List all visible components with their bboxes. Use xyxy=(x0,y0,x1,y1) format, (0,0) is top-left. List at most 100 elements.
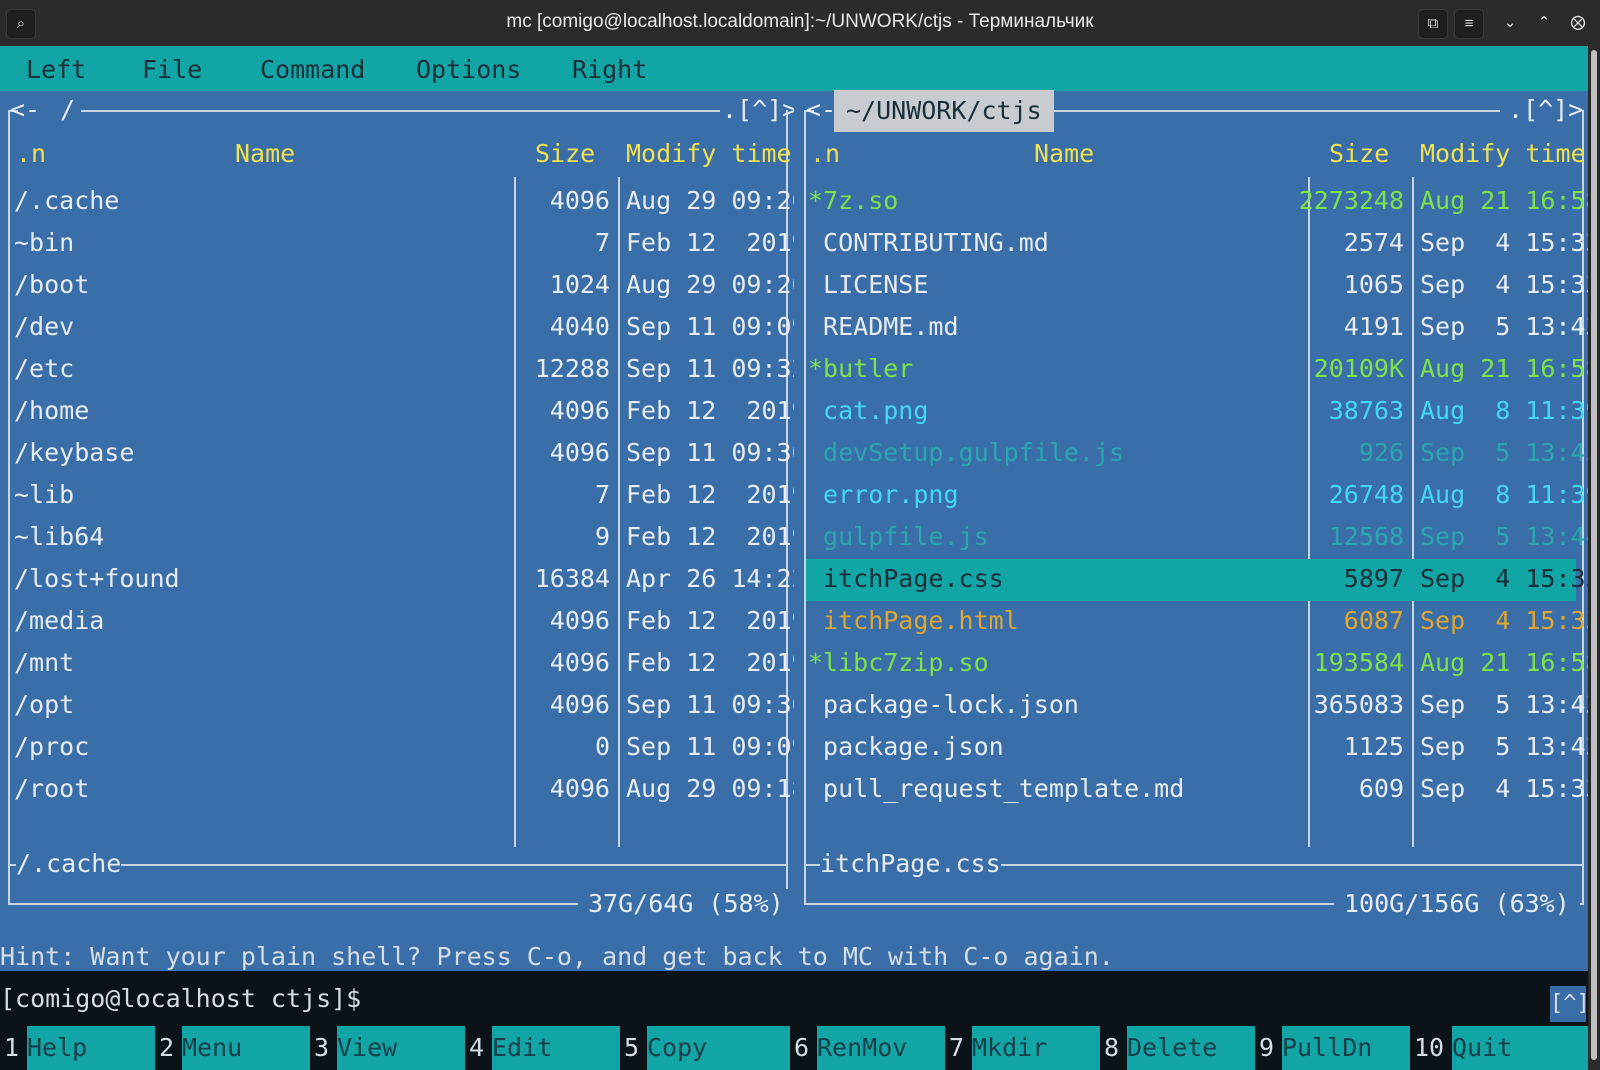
fkey-copy-button[interactable]: 5 Copy xyxy=(620,1026,790,1070)
file-row[interactable]: /opt 4096 Sep 11 09:30 xyxy=(12,685,807,727)
file-row[interactable]: package-lock.json 365083 Sep 5 13:43 xyxy=(806,685,1600,727)
minimize-icon[interactable]: ⌄ xyxy=(1496,9,1524,37)
file-row[interactable]: /etc 12288 Sep 11 09:32 xyxy=(12,349,807,391)
fkey-quit-button[interactable]: 10 Quit xyxy=(1410,1026,1588,1070)
right-header-name[interactable]: Name xyxy=(1034,139,1094,168)
right-header-size[interactable]: Size xyxy=(1329,139,1389,168)
right-nav-up[interactable]: .[^]> xyxy=(1508,95,1583,124)
left-header-modify[interactable]: Modify time xyxy=(626,139,792,168)
left-file-panel[interactable]: <- / .[^]> .n Name Size Modify time /.ca… xyxy=(0,91,807,971)
file-row[interactable]: error.png 26748 Aug 8 11:39 xyxy=(806,475,1600,517)
left-nav-back[interactable]: <- xyxy=(10,95,55,124)
right-disk-usage: 100G/156G (63%) xyxy=(1334,889,1580,918)
maximize-icon[interactable]: ⌃ xyxy=(1530,9,1558,37)
menu-file[interactable]: File xyxy=(142,55,202,84)
file-row[interactable]: CONTRIBUTING.md 2574 Sep 4 15:33 xyxy=(806,223,1600,265)
file-date: Apr 26 14:22 xyxy=(626,564,807,593)
menu-right[interactable]: Right xyxy=(572,55,647,84)
file-row[interactable]: README.md 4191 Sep 5 13:43 xyxy=(806,307,1600,349)
fkey-number: 2 xyxy=(155,1026,182,1070)
file-size: 1065 xyxy=(1343,270,1404,299)
file-row[interactable]: package.json 1125 Sep 5 13:43 xyxy=(806,727,1600,769)
fkey-label: Menu xyxy=(182,1026,310,1070)
window-titlebar: ⌕ mc [comigo@localhost.localdomain]:~/UN… xyxy=(0,0,1600,46)
left-header-n[interactable]: .n xyxy=(16,139,46,168)
left-header-name[interactable]: Name xyxy=(235,139,295,168)
scrollbar-thumb[interactable] xyxy=(1591,50,1597,1060)
file-row[interactable]: /media 4096 Feb 12 2019 xyxy=(12,601,807,643)
file-name: gulpfile.js xyxy=(808,522,989,551)
file-size: 2574 xyxy=(1343,228,1404,257)
fkey-label: RenMov xyxy=(817,1026,945,1070)
file-size: 4096 xyxy=(549,774,610,803)
file-date: Aug 8 11:39 xyxy=(1420,480,1600,509)
right-nav-back[interactable]: <- xyxy=(806,95,836,124)
file-date: Aug 29 09:20 xyxy=(626,186,807,215)
fkey-label: Delete xyxy=(1127,1026,1255,1070)
file-row[interactable]: gulpfile.js 12568 Sep 5 13:44 xyxy=(806,517,1600,559)
fkey-renmov-button[interactable]: 6 RenMov xyxy=(790,1026,945,1070)
hint-line: Hint: Want your plain shell? Press C-o, … xyxy=(0,942,1114,971)
menu-left[interactable]: Left xyxy=(26,55,86,84)
menu-options[interactable]: Options xyxy=(416,55,521,84)
file-row[interactable]: /.cache 4096 Aug 29 09:20 xyxy=(12,181,807,223)
file-row[interactable]: *libc7zip.so 193584 Aug 21 16:58 xyxy=(806,643,1600,685)
file-name: /.cache xyxy=(14,186,120,215)
new-tab-icon[interactable]: ⧉ xyxy=(1418,9,1448,39)
shell-prompt[interactable]: [comigo@localhost ctjs]$ xyxy=(0,984,361,1013)
file-row[interactable]: LICENSE 1065 Sep 4 15:33 xyxy=(806,265,1600,307)
file-row[interactable]: /root 4096 Aug 29 09:18 xyxy=(12,769,807,811)
file-row[interactable]: itchPage.html 6087 Sep 4 15:33 xyxy=(806,601,1600,643)
fkey-number: 9 xyxy=(1255,1026,1282,1070)
right-header-modify[interactable]: Modify time xyxy=(1420,139,1586,168)
right-file-panel[interactable]: <- ~/UNWORK/ctjs .[^]> .n Name Size Modi… xyxy=(794,90,1600,971)
fkey-help-button[interactable]: 1 Help xyxy=(0,1026,155,1070)
right-status-name: itchPage.css xyxy=(820,849,1001,878)
fkey-label: Help xyxy=(27,1026,155,1070)
fkey-label: Quit xyxy=(1452,1026,1588,1070)
left-nav-up[interactable]: .[^]> xyxy=(722,95,797,124)
fkey-label: PullDn xyxy=(1282,1026,1410,1070)
file-size: 4096 xyxy=(549,606,610,635)
fkey-pulldn-button[interactable]: 9 PullDn xyxy=(1255,1026,1410,1070)
file-row[interactable]: /boot 1024 Aug 29 09:20 xyxy=(12,265,807,307)
close-icon[interactable]: ⨂ xyxy=(1564,9,1592,37)
fkey-mkdir-button[interactable]: 7 Mkdir xyxy=(945,1026,1100,1070)
file-row[interactable]: cat.png 38763 Aug 8 11:39 xyxy=(806,391,1600,433)
file-row[interactable]: *butler 20109K Aug 21 16:58 xyxy=(806,349,1600,391)
file-row[interactable]: /mnt 4096 Feb 12 2019 xyxy=(12,643,807,685)
file-row[interactable]: /keybase 4096 Sep 11 09:30 xyxy=(12,433,807,475)
fkey-delete-button[interactable]: 8 Delete xyxy=(1100,1026,1255,1070)
file-date: Feb 12 2019 xyxy=(626,522,807,551)
file-size: 9 xyxy=(594,522,610,551)
file-row[interactable]: pull_request_template.md 609 Sep 4 15:33 xyxy=(806,769,1600,811)
fkey-menu-button[interactable]: 2 Menu xyxy=(155,1026,310,1070)
fkey-edit-button[interactable]: 4 Edit xyxy=(465,1026,620,1070)
scroll-up-button[interactable]: [^] xyxy=(1550,986,1590,1022)
scrollbar[interactable] xyxy=(1588,46,1600,1070)
file-row[interactable]: *7z.so 2273248 Aug 21 16:58 xyxy=(806,181,1600,223)
file-row[interactable]: itchPage.css 5897 Sep 4 15:33 xyxy=(806,559,1600,601)
file-row[interactable]: devSetup.gulpfile.js 926 Sep 5 13:43 xyxy=(806,433,1600,475)
file-row[interactable]: /proc 0 Sep 11 09:09 xyxy=(12,727,807,769)
terminal-area[interactable]: Left File Command Options Right <- / .[^… xyxy=(0,46,1600,1070)
file-name: package-lock.json xyxy=(808,690,1079,719)
file-name: /home xyxy=(14,396,90,425)
hamburger-menu-icon[interactable]: ≡ xyxy=(1454,9,1484,39)
file-row[interactable]: ~lib64 9 Feb 12 2019 xyxy=(12,517,807,559)
left-panel-path: / xyxy=(54,95,82,124)
file-row[interactable]: /home 4096 Feb 12 2019 xyxy=(12,391,807,433)
file-size: 20109K xyxy=(1313,354,1404,383)
file-row[interactable]: /lost+found 16384 Apr 26 14:22 xyxy=(12,559,807,601)
file-name: /media xyxy=(14,606,105,635)
right-header-n[interactable]: .n xyxy=(810,139,840,168)
file-date: Sep 11 09:30 xyxy=(626,690,807,719)
fkey-view-button[interactable]: 3 View xyxy=(310,1026,465,1070)
file-row[interactable]: /dev 4040 Sep 11 09:09 xyxy=(12,307,807,349)
file-row[interactable]: ~bin 7 Feb 12 2019 xyxy=(12,223,807,265)
fkey-label: Mkdir xyxy=(972,1026,1100,1070)
file-row[interactable]: ~lib 7 Feb 12 2019 xyxy=(12,475,807,517)
menu-command[interactable]: Command xyxy=(260,55,365,84)
file-size: 365083 xyxy=(1313,690,1404,719)
left-header-size[interactable]: Size xyxy=(535,139,595,168)
